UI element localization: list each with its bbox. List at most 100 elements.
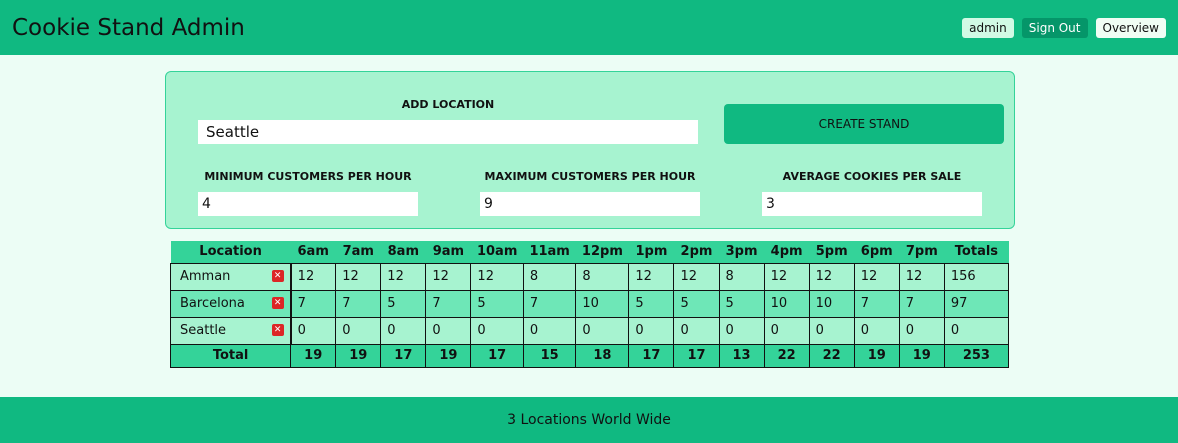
column-header: 9am [425, 241, 471, 263]
hourly-sales-cell: 0 [628, 316, 675, 345]
hourly-sales-cell: 0 [425, 316, 472, 345]
column-header: 7am [335, 241, 381, 263]
column-header: 2pm [673, 241, 720, 263]
sales-table-header: Location 6am 7am 8am 9am 10am 11am 12pm 1pm 2pm 3p… [170, 241, 1009, 263]
hourly-total-cell: 19 [290, 343, 337, 368]
hourly-sales-cell: 12 [335, 262, 382, 291]
app-footer: 3 Locations World Wide [0, 397, 1178, 443]
hourly-sales-cell: 12 [673, 262, 720, 291]
sales-table: Location 6am 7am 8am 9am 10am 11am 12pm 1pm 2pm 3p… [169, 241, 1010, 368]
location-name: Seattle [180, 323, 227, 338]
header-actions: admin Sign Out Overview [962, 17, 1166, 38]
hourly-sales-cell: 5 [628, 289, 675, 318]
hourly-sales-cell: 7 [290, 289, 337, 318]
hourly-sales-cell: 12 [808, 262, 855, 291]
hourly-sales-cell: 10 [808, 289, 855, 318]
hourly-sales-cell: 7 [335, 289, 382, 318]
avg-cookies-label: AVERAGE COOKIES PER SALE [782, 170, 962, 183]
hourly-sales-cell: 12 [898, 262, 945, 291]
hourly-total-cell: 19 [335, 343, 382, 368]
delete-icon[interactable]: ✕ [271, 269, 284, 282]
hourly-sales-cell: 0 [290, 316, 337, 345]
hourly-total-cell: 17 [628, 343, 675, 368]
hourly-total-cell: 22 [808, 343, 855, 368]
hourly-sales-cell: 0 [808, 316, 855, 345]
delete-icon[interactable]: ✕ [271, 296, 284, 309]
location-input[interactable] [198, 120, 698, 144]
location-name: Amman [180, 269, 231, 284]
location-cell: Barcelona ✕ [169, 289, 292, 318]
sign-out-button[interactable]: Sign Out [1021, 17, 1088, 38]
hourly-sales-cell: 5 [673, 289, 720, 318]
column-header: 12pm [575, 241, 629, 263]
user-button[interactable]: admin [962, 17, 1014, 38]
hourly-sales-cell: 12 [628, 262, 675, 291]
location-cell: Seattle ✕ [169, 316, 292, 345]
hourly-sales-cell: 8 [522, 262, 577, 291]
column-header: 6am [290, 241, 336, 263]
hourly-total-cell: 17 [470, 343, 524, 368]
min-customers-input[interactable] [198, 192, 418, 216]
row-total-cell: 97 [943, 289, 1010, 318]
hourly-total-cell: 17 [380, 343, 427, 368]
column-header: 6pm [854, 241, 900, 263]
hourly-sales-cell: 7 [522, 289, 577, 318]
column-header: 4pm [764, 241, 810, 263]
delete-icon[interactable]: ✕ [271, 323, 284, 336]
hourly-total-cell: 17 [673, 343, 720, 368]
min-customers-label: MINIMUM CUSTOMERS PER HOUR [204, 170, 412, 183]
location-name: Barcelona [180, 296, 245, 311]
hourly-total-cell: 19 [898, 343, 945, 368]
hourly-total-cell: 19 [425, 343, 472, 368]
hourly-total-cell: 18 [575, 343, 630, 368]
column-header: Totals [944, 241, 1009, 263]
max-customers-input[interactable] [480, 192, 700, 216]
hourly-sales-cell: 12 [853, 262, 900, 291]
table-row: Amman ✕ 12 12 12 12 12 8 8 12 12 8 12 12 12 12 156 [169, 262, 1010, 291]
hourly-sales-cell: 0 [335, 316, 382, 345]
hourly-sales-cell: 12 [425, 262, 472, 291]
hourly-sales-cell: 7 [898, 289, 945, 318]
hourly-total-cell: 15 [522, 343, 577, 368]
row-total-cell: 0 [943, 316, 1010, 345]
add-location-label: ADD LOCATION [401, 98, 495, 111]
totals-row: Total 19 19 17 19 17 15 18 17 17 13 22 22 19 19 253 [169, 343, 1010, 368]
avg-cookies-input[interactable] [762, 192, 982, 216]
hourly-total-cell: 22 [763, 343, 810, 368]
hourly-sales-cell: 5 [380, 289, 427, 318]
hourly-sales-cell: 0 [575, 316, 630, 345]
hourly-sales-cell: 10 [763, 289, 810, 318]
create-stand-form: ADD LOCATION CREATE STAND MINIMUM CUSTOM… [165, 71, 1015, 229]
overview-button[interactable]: Overview [1095, 17, 1166, 38]
app-header: Cookie Stand Admin admin Sign Out Overvi… [0, 0, 1178, 55]
column-header: 5pm [809, 241, 855, 263]
hourly-sales-cell: 8 [718, 262, 765, 291]
max-customers-label: MAXIMUM CUSTOMERS PER HOUR [484, 170, 696, 183]
column-header: 3pm [719, 241, 765, 263]
column-header: 7pm [899, 241, 945, 263]
hourly-sales-cell: 0 [718, 316, 765, 345]
create-stand-button[interactable]: CREATE STAND [724, 104, 1004, 144]
hourly-sales-cell: 5 [718, 289, 765, 318]
app-title: Cookie Stand Admin [12, 14, 245, 41]
row-total-cell: 156 [943, 262, 1010, 291]
hourly-sales-cell: 10 [575, 289, 630, 318]
column-header-location: Location [170, 241, 291, 263]
hourly-sales-cell: 12 [470, 262, 524, 291]
hourly-sales-cell: 0 [673, 316, 720, 345]
hourly-sales-cell: 12 [763, 262, 810, 291]
hourly-sales-cell: 12 [380, 262, 427, 291]
hourly-sales-cell: 7 [425, 289, 472, 318]
column-header: 10am [470, 241, 524, 263]
column-header: 11am [523, 241, 576, 263]
hourly-total-cell: 13 [718, 343, 765, 368]
hourly-sales-cell: 8 [575, 262, 630, 291]
table-row: Seattle ✕ 0 0 0 0 0 0 0 0 0 0 0 0 0 0 0 [169, 316, 1010, 345]
hourly-sales-cell: 12 [290, 262, 337, 291]
hourly-sales-cell: 7 [853, 289, 900, 318]
grand-total-cell: 253 [943, 343, 1010, 368]
column-header: 1pm [628, 241, 674, 263]
hourly-sales-cell: 0 [763, 316, 810, 345]
totals-label: Total [169, 343, 292, 368]
location-cell: Amman ✕ [169, 262, 292, 291]
